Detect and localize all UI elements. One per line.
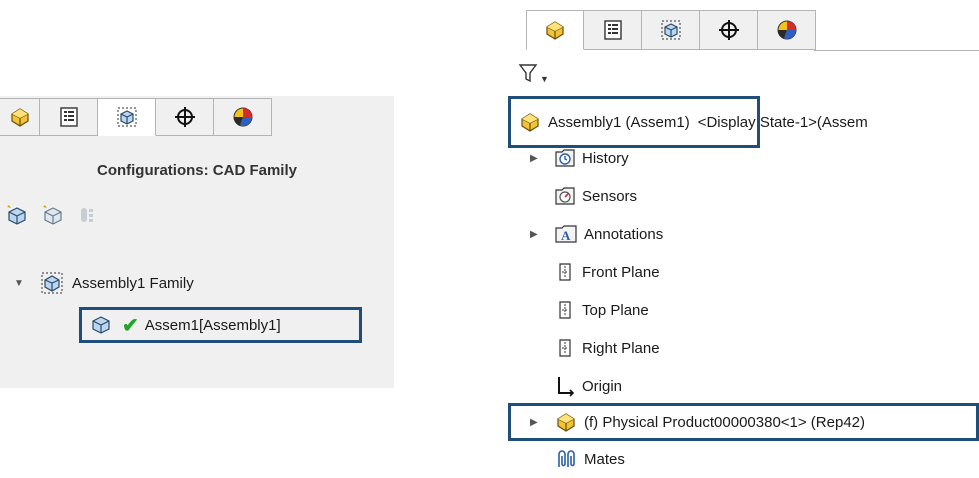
right-tab-bar (526, 10, 816, 50)
tree-item-history[interactable]: ▶ History (508, 139, 629, 177)
tab-bar-tail (814, 10, 979, 51)
configuration-manager-icon (116, 107, 137, 127)
left-tab-bar (0, 98, 272, 136)
tab-configuration-manager[interactable] (642, 10, 700, 50)
add-derived-configuration-icon[interactable] (42, 204, 64, 226)
expand-caret-icon[interactable]: ▶ (530, 153, 544, 164)
tree-item-label: Annotations (584, 225, 664, 243)
plane-icon (559, 263, 571, 281)
tree-item-label: Sensors (582, 187, 638, 205)
tree-item-front-plane[interactable]: Front Plane (508, 253, 660, 291)
collapse-caret-icon[interactable]: ▼ (14, 278, 28, 289)
tree-item-label: Origin (582, 377, 623, 395)
tree-item-label: (f) Physical Product00000380<1> (Rep42) (584, 413, 866, 431)
tab-dimxpert-manager[interactable] (156, 98, 214, 136)
sensors-icon (555, 187, 575, 205)
family-label: Assembly1 Family (72, 274, 194, 292)
tab-display-manager[interactable] (214, 98, 272, 136)
feature-manager-icon (546, 21, 564, 40)
tree-item-right-plane[interactable]: Right Plane (508, 329, 660, 367)
assembly-icon (521, 113, 539, 132)
dimxpert-manager-icon (718, 20, 739, 40)
display-manager-icon (777, 20, 796, 40)
filter-dropdown-icon: ▼ (540, 74, 549, 84)
tree-root-assembly[interactable]: Assembly1 (Assem1) <Display State-1>(Ass… (518, 107, 868, 137)
tree-item-label: History (582, 149, 629, 167)
tree-item-label: Front Plane (582, 263, 660, 281)
tab-property-manager[interactable] (40, 98, 98, 136)
root-label: Assembly1 (Assem1) (548, 113, 690, 131)
tab-dimxpert-manager[interactable] (700, 10, 758, 50)
display-manager-icon (233, 107, 252, 127)
plane-icon (559, 339, 571, 357)
configuration-manager-icon (660, 20, 681, 40)
tab-feature-manager[interactable] (526, 10, 584, 50)
expand-caret-icon[interactable]: ▶ (530, 417, 544, 428)
property-manager-icon (603, 20, 622, 40)
toggle-display-icon[interactable] (78, 204, 100, 226)
tree-item-top-plane[interactable]: Top Plane (508, 291, 649, 329)
tree-item-mates[interactable]: Mates (508, 440, 625, 478)
origin-icon (558, 377, 575, 397)
tab-display-manager[interactable] (758, 10, 816, 50)
assembly-configuration-icon (92, 316, 110, 334)
tab-property-manager[interactable] (584, 10, 642, 50)
dimxpert-manager-icon (174, 107, 195, 127)
filter-icon (518, 64, 538, 83)
tab-configuration-manager[interactable] (98, 98, 156, 136)
configuration-toolbar (6, 204, 100, 226)
tree-item-label: Right Plane (582, 339, 660, 357)
expand-caret-icon[interactable]: ▶ (530, 229, 544, 240)
tree-item-family[interactable]: ▼ Assembly1 Family (14, 271, 194, 295)
tree-item-label: Top Plane (582, 301, 649, 319)
tree-item-configuration[interactable]: ✔ Assem1[Assembly1] (90, 312, 281, 338)
plane-icon (559, 301, 571, 319)
tree-item-origin[interactable]: Origin (508, 367, 622, 405)
tree-item-sensors[interactable]: Sensors (508, 177, 637, 215)
configuration-label: Assem1[Assembly1] (144, 316, 281, 334)
filter-button[interactable]: ▼ (518, 62, 549, 84)
tree-item-annotations[interactable]: ▶ A Annotations (508, 215, 663, 253)
feature-manager-icon (10, 108, 29, 127)
mates-icon (558, 450, 575, 467)
tree-item-physical-product[interactable]: ▶ (f) Physical Product00000380<1> (Rep42… (508, 403, 865, 441)
svg-text:A: A (561, 228, 571, 243)
configuration-manager-panel: Configurations: CAD Family ▼ Assembly1 F… (0, 96, 394, 388)
family-table-icon (41, 272, 63, 294)
history-icon (555, 149, 575, 167)
annotations-icon: A (555, 225, 577, 243)
panel-title: Configurations: CAD Family (96, 162, 297, 179)
active-check-icon: ✔ (122, 314, 139, 337)
assembly-icon (557, 413, 575, 432)
root-display-state: <Display State-1>(Assem (697, 113, 868, 131)
feature-manager-panel: ▼ Assembly1 (Assem1) <Display State-1>(A… (508, 0, 979, 472)
tree-item-label: Mates (584, 450, 625, 468)
property-manager-icon (59, 107, 78, 127)
add-configuration-icon[interactable] (6, 204, 28, 226)
tab-feature-manager[interactable] (0, 98, 40, 136)
